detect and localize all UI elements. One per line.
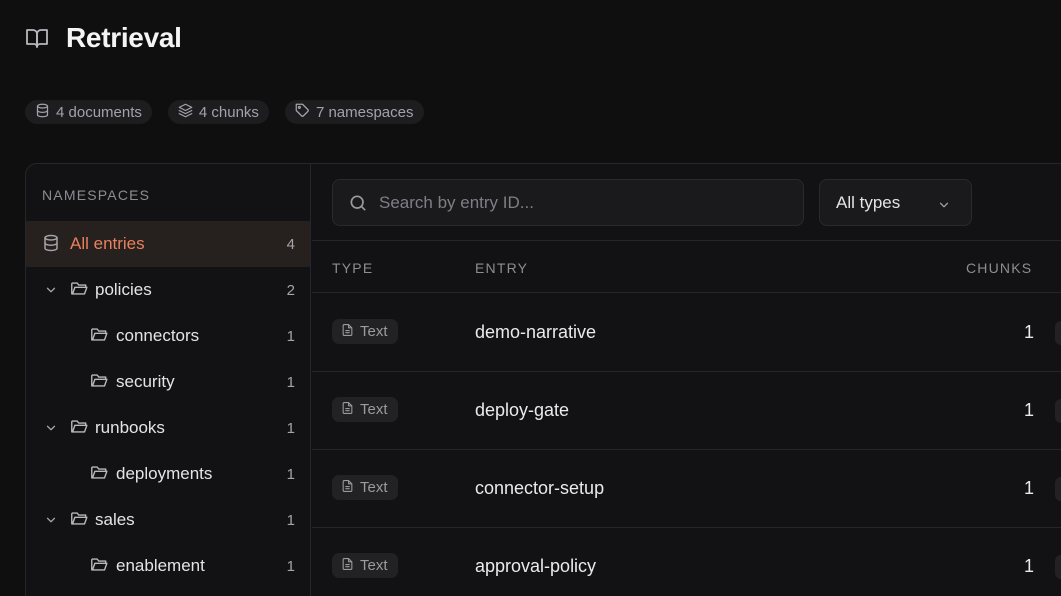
sidebar-item-count: 1 [286,557,295,575]
namespaces-count-badge: 7 namespaces [284,100,424,124]
chunk-count: 1 [1023,322,1034,342]
namespaces-count-label: 7 namespaces [315,103,414,121]
entries-table-body: Text demo-narrative 1 Text deploy-gate 1 [312,294,1061,596]
type-badge: Text [332,319,398,344]
chunks-count-label: 4 chunks [198,103,259,121]
table-header: TYPE ENTRY CHUNKS [312,242,1061,293]
folder-open-icon [90,464,110,482]
sidebar-item-count: 1 [286,511,295,529]
sidebar-item-all-entries[interactable]: All entries 4 [26,221,310,267]
folder-open-icon [70,280,90,298]
sidebar-item-label: runbooks [95,418,165,437]
chevron-down-icon[interactable] [44,420,58,434]
folder-open-icon [90,556,110,574]
sidebar-item-count: 1 [286,373,295,391]
documents-count-badge: 4 documents [25,100,152,124]
sidebar-item-connectors[interactable]: connectors 1 [26,313,310,359]
sidebar-item-count: 1 [286,327,295,345]
toolbar: All types [312,164,1061,241]
sidebar-item-count: 4 [286,235,295,253]
type-badge: Text [332,553,398,578]
search-icon [348,193,368,213]
entries-main: All types TYPE ENTRY CHUNKS [312,164,1061,596]
type-filter-select[interactable]: All types [819,179,972,226]
sidebar-item-label: policies [95,280,152,299]
sidebar-item-label: deployments [116,464,213,483]
type-filter-value: All types [836,192,901,212]
type-badge: Text [332,397,398,422]
book-open-icon [24,25,50,51]
page-header: Retrieval [24,22,182,54]
sidebar-item-label: connectors [116,326,200,345]
row-action-button[interactable] [1055,555,1061,579]
chevron-down-icon[interactable] [44,512,58,526]
chunk-count: 1 [1023,400,1034,420]
chevron-down-icon [937,197,951,211]
layers-icon [178,103,193,122]
sidebar-item-label: enablement [116,556,205,575]
entry-id[interactable]: deploy-gate [475,400,569,421]
file-text-icon [341,401,354,419]
search-box[interactable] [332,179,804,226]
row-action-button[interactable] [1055,399,1061,423]
folder-open-icon [70,510,90,528]
stats-bar: 4 documents 4 chunks 7 namespaces [25,100,424,124]
namespaces-sidebar: NAMESPACES All entries 4 policies 2 conn… [26,164,311,596]
sidebar-item-policies[interactable]: policies 2 [26,267,310,313]
table-row[interactable]: Text approval-policy 1 [312,528,1061,596]
column-header-type[interactable]: TYPE [332,260,373,276]
sidebar-item-count: 2 [286,281,295,299]
type-label: Text [360,401,388,418]
sidebar-item-enablement[interactable]: enablement 1 [26,543,310,589]
sidebar-item-count: 1 [286,419,295,437]
entry-id[interactable]: approval-policy [475,556,596,577]
folder-open-icon [90,326,110,344]
table-row[interactable]: Text demo-narrative 1 [312,294,1061,372]
type-badge: Text [332,475,398,500]
column-header-entry[interactable]: ENTRY [475,260,528,276]
file-text-icon [341,323,354,341]
column-header-chunks[interactable]: CHUNKS [966,260,1032,276]
entry-id[interactable]: demo-narrative [475,322,596,343]
entry-id[interactable]: connector-setup [475,478,604,499]
sidebar-item-count: 1 [286,465,295,483]
sidebar-heading: NAMESPACES [42,187,151,203]
folder-open-icon [90,372,110,390]
type-label: Text [360,323,388,340]
type-label: Text [360,557,388,574]
sidebar-item-sales[interactable]: sales 1 [26,497,310,543]
retrieval-page: Retrieval 4 documents 4 chunks 7 namespa… [0,0,1061,596]
table-row[interactable]: Text deploy-gate 1 [312,372,1061,450]
page-title: Retrieval [66,22,182,53]
chunk-count: 1 [1023,556,1034,576]
namespace-tree: All entries 4 policies 2 connectors 1 se… [26,221,310,589]
type-label: Text [360,479,388,496]
sidebar-item-label: All entries [70,234,145,253]
sidebar-item-label: security [116,372,175,391]
chunk-count: 1 [1023,478,1034,498]
row-action-button[interactable] [1055,321,1061,345]
chunks-count-badge: 4 chunks [167,100,269,124]
table-row[interactable]: Text connector-setup 1 [312,450,1061,528]
sidebar-item-runbooks[interactable]: runbooks 1 [26,405,310,451]
chevron-down-icon[interactable] [44,282,58,296]
documents-count-label: 4 documents [56,103,142,121]
file-text-icon [341,557,354,575]
search-input[interactable] [379,192,803,213]
database-icon [42,234,62,252]
sidebar-item-security[interactable]: security 1 [26,359,310,405]
database-icon [35,103,50,122]
tag-icon [295,103,310,122]
folder-open-icon [70,418,90,436]
content-panel: NAMESPACES All entries 4 policies 2 conn… [25,163,1061,596]
sidebar-item-label: sales [95,510,135,529]
file-text-icon [341,479,354,497]
sidebar-item-deployments[interactable]: deployments 1 [26,451,310,497]
row-action-button[interactable] [1055,477,1061,501]
